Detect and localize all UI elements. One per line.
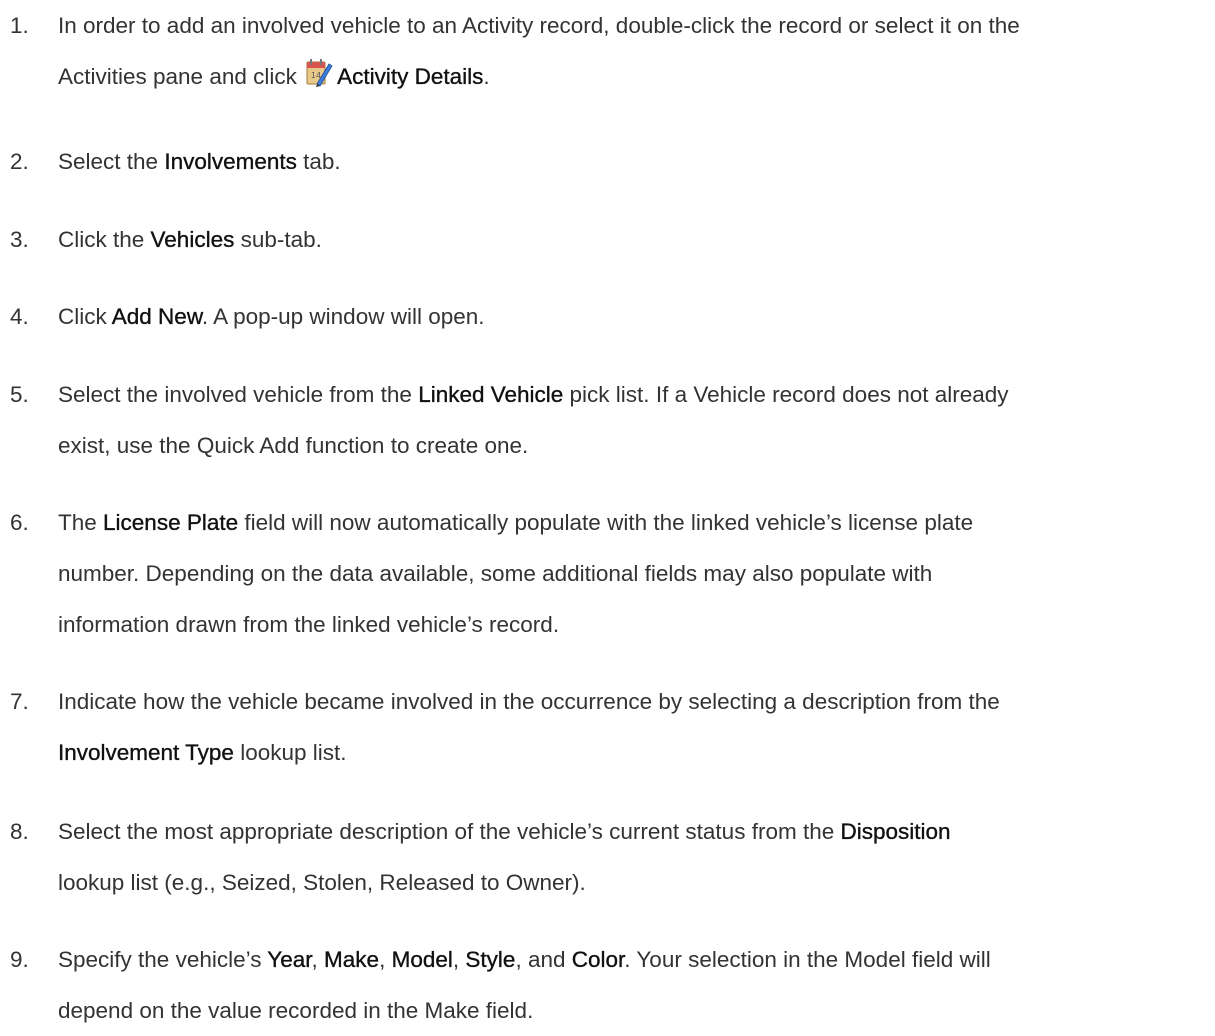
step-number: 1. xyxy=(10,13,29,38)
ui-term: Involvements xyxy=(164,149,297,174)
step-text-segment: Activities pane and click xyxy=(58,64,304,89)
step-line: The License Plate field will now automat… xyxy=(58,497,1210,548)
ui-term: Model xyxy=(391,947,453,972)
ui-term: Disposition xyxy=(840,819,951,844)
step-text: Select the most appropriate description … xyxy=(58,806,1210,908)
step-text-segment: Select the involved vehicle from the xyxy=(58,382,419,407)
step-text-segment: In order to add an involved vehicle to a… xyxy=(58,13,1020,38)
ui-term: Vehicles xyxy=(150,227,235,252)
step-text-segment: , xyxy=(379,947,392,972)
ui-term: License Plate xyxy=(103,510,239,535)
activity-details-icon: 14 xyxy=(305,55,333,87)
ui-term: Year xyxy=(267,947,312,972)
step-text-segment: , xyxy=(452,947,466,972)
ui-term: Style xyxy=(465,947,516,972)
step-number: 5. xyxy=(10,382,29,407)
step-text-segment: Select the most appropriate description … xyxy=(58,819,841,844)
step-number: 7. xyxy=(10,689,29,714)
step-text-segment: . Your selection in the Model field will xyxy=(624,947,991,972)
step-text-segment: Select the xyxy=(58,149,165,174)
ui-term: Involvement Type xyxy=(58,740,234,765)
step-line: depend on the value recorded in the Make… xyxy=(58,985,1210,1036)
step-text-segment: tab. xyxy=(296,149,341,174)
step-text-segment: field will now automatically populate wi… xyxy=(238,510,974,535)
step-text-segment: pick list. If a Vehicle record does not … xyxy=(563,382,1009,407)
step-text-segment: The xyxy=(58,510,104,535)
step-text: Click Add New. A pop-up window will open… xyxy=(58,291,1210,342)
step-text: In order to add an involved vehicle to a… xyxy=(58,0,1210,102)
step-number: 2. xyxy=(10,149,29,174)
svg-text:14: 14 xyxy=(311,71,321,80)
ui-term: Make xyxy=(324,947,380,972)
step-number: 9. xyxy=(10,947,29,972)
step-line: Indicate how the vehicle became involved… xyxy=(58,676,1210,727)
step-text: Select the Involvements tab. xyxy=(58,136,1210,187)
ui-term: Color xyxy=(571,947,625,972)
step-text-segment: lookup list. xyxy=(233,740,347,765)
step-line: information drawn from the linked vehicl… xyxy=(58,599,1210,650)
step-line: Specify the vehicle’s Year, Make, Model,… xyxy=(58,934,1210,985)
step-line: number. Depending on the data available,… xyxy=(58,548,1210,599)
step-line: Involvement Type lookup list. xyxy=(58,727,1210,778)
ui-term: Add New xyxy=(111,304,202,329)
step-text: Indicate how the vehicle became involved… xyxy=(58,676,1210,778)
step-text-segment: Indicate how the vehicle became involved… xyxy=(58,689,1000,714)
step-text-segment: exist, use the Quick Add function to cre… xyxy=(58,433,529,458)
step-number: 3. xyxy=(10,227,29,252)
step-text: Click the Vehicles sub-tab. xyxy=(58,214,1210,265)
step-text-segment: , xyxy=(311,947,325,972)
step-line: lookup list (e.g., Seized, Stolen, Relea… xyxy=(58,857,1210,908)
step-line: exist, use the Quick Add function to cre… xyxy=(58,420,1210,471)
step-text-segment: sub-tab. xyxy=(234,227,322,252)
step-line: Click the Vehicles sub-tab. xyxy=(58,214,1210,265)
step-line: Activities pane and click 14 Activity Det… xyxy=(58,51,1210,102)
step-line: Click Add New. A pop-up window will open… xyxy=(58,291,1210,342)
step-text-segment: . A pop-up window will open. xyxy=(201,304,485,329)
step-text-segment: information drawn from the linked vehicl… xyxy=(58,612,560,637)
step-text-segment: . xyxy=(483,64,490,89)
step-text-segment: lookup list (e.g., Seized, Stolen, Relea… xyxy=(58,870,586,895)
step-line: Select the most appropriate description … xyxy=(58,806,1210,857)
step-text-segment: number. Depending on the data available,… xyxy=(58,561,933,586)
step-number: 8. xyxy=(10,819,29,844)
step-line: Select the involved vehicle from the Lin… xyxy=(58,369,1210,420)
step-text-segment: Specify the vehicle’s xyxy=(58,947,268,972)
step-number: 6. xyxy=(10,510,29,535)
step-number: 4. xyxy=(10,304,29,329)
step-text: Specify the vehicle’s Year, Make, Model,… xyxy=(58,934,1210,1036)
ui-term: Activity Details xyxy=(337,64,484,89)
ui-term: Linked Vehicle xyxy=(418,382,564,407)
step-text-segment: Click xyxy=(58,304,112,329)
step-text-segment: depend on the value recorded in the Make… xyxy=(58,998,534,1023)
step-text: The License Plate field will now automat… xyxy=(58,497,1210,650)
step-text-segment: Click the xyxy=(58,227,151,252)
step-text-segment: , and xyxy=(515,947,572,972)
step-text: Select the involved vehicle from the Lin… xyxy=(58,369,1210,471)
step-line: In order to add an involved vehicle to a… xyxy=(58,0,1210,51)
step-line: Select the Involvements tab. xyxy=(58,136,1210,187)
